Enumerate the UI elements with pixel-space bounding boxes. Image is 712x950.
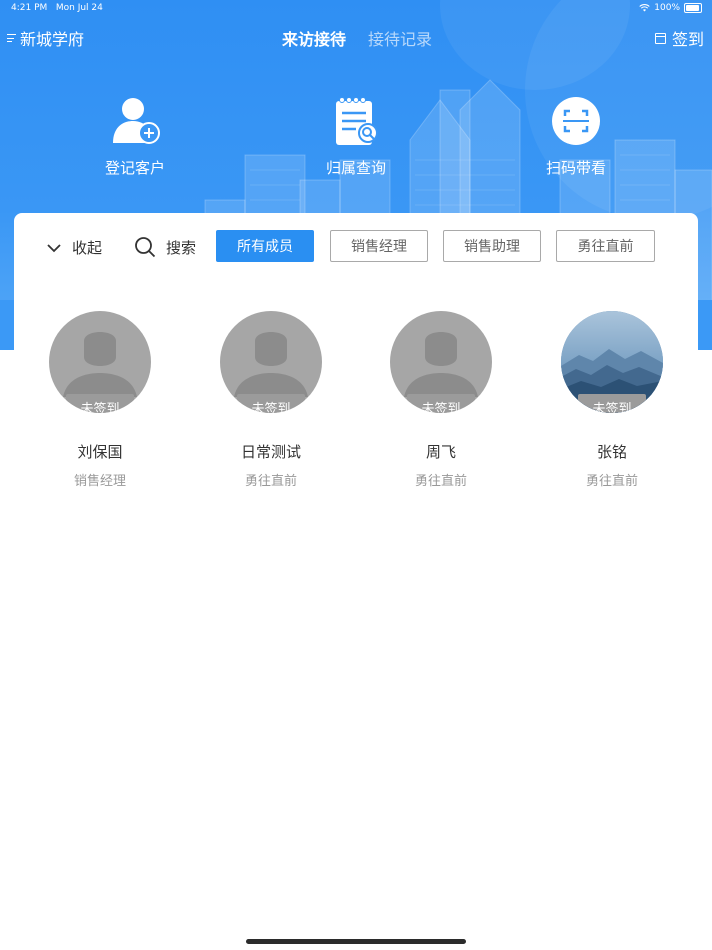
status-right: 100% [639, 3, 702, 13]
avatar: 未签到 [220, 311, 322, 413]
status-time-text: 4:21 PM [11, 3, 48, 13]
search-icon [135, 237, 156, 258]
member-role: 销售经理 [73, 474, 126, 489]
filter-chip-sales-assistant[interactable]: 销售助理 [443, 230, 541, 262]
chevron-down-icon [47, 243, 61, 252]
avatar: 未签到 [561, 311, 663, 413]
ownership-query-label: 归属查询 [325, 159, 386, 177]
menu-icon [7, 34, 16, 42]
tab-reception-records[interactable]: 接待记录 [368, 26, 432, 50]
scan-view-label: 扫码带看 [545, 159, 606, 177]
store-selector-button[interactable]: 新城学府 [7, 26, 84, 50]
sign-in-label: 签到 [671, 30, 704, 49]
add-customer-icon [113, 98, 160, 144]
register-customer-label: 登记客户 [104, 159, 165, 177]
member-name: 日常测试 [240, 443, 301, 461]
collapse-button[interactable]: 收起 [46, 237, 102, 258]
filter-bar: 收起 搜索 所有成员 销售经理 销售助理 勇往直前 [14, 230, 698, 266]
member-panel: 收起 搜索 所有成员 销售经理 销售助理 勇往直前 未签到 刘保国 销售经理 未… [14, 213, 698, 950]
filter-chip-brave-forward[interactable]: 勇往直前 [556, 230, 655, 262]
status-badge: 未签到 [237, 394, 305, 413]
sign-in-button[interactable]: 签到 [654, 26, 704, 50]
nav-tabs: 来访接待 接待记录 [282, 26, 432, 50]
register-customer-button[interactable]: 登记客户 [75, 95, 195, 178]
wifi-icon [639, 4, 650, 12]
member-name: 周飞 [425, 443, 456, 461]
member-role: 勇往直前 [585, 474, 638, 489]
search-button[interactable]: 搜索 [134, 236, 196, 258]
notepad-search-icon [336, 97, 378, 145]
status-badge: 未签到 [578, 394, 646, 413]
member-card[interactable]: 未签到 张铭 勇往直前 [557, 311, 667, 489]
store-name: 新城学府 [20, 30, 85, 49]
member-card[interactable]: 未签到 日常测试 勇往直前 [216, 311, 326, 489]
member-card[interactable]: 未签到 周飞 勇往直前 [386, 311, 496, 489]
avatar: 未签到 [49, 311, 151, 413]
status-bar: 4:21 PM Mon Jul 24 100% [0, 0, 712, 18]
status-date-text: Mon Jul 24 [55, 3, 103, 13]
member-name: 刘保国 [77, 443, 123, 461]
member-name: 张铭 [596, 443, 627, 461]
status-time: 4:21 PM Mon Jul 24 [11, 3, 103, 13]
battery-percent: 100% [654, 3, 680, 13]
battery-icon [684, 3, 702, 13]
search-label: 搜索 [166, 238, 197, 257]
avatar: 未签到 [390, 311, 492, 413]
member-role: 勇往直前 [244, 474, 297, 489]
filter-chip-sales-manager[interactable]: 销售经理 [330, 230, 428, 262]
ownership-query-button[interactable]: 归属查询 [296, 95, 416, 178]
scan-icon [552, 97, 600, 145]
nav-bar: 新城学府 来访接待 接待记录 签到 [0, 22, 712, 52]
home-indicator[interactable] [246, 939, 466, 944]
member-role: 勇往直前 [414, 474, 467, 489]
scan-view-button[interactable]: 扫码带看 [516, 95, 636, 178]
collapse-label: 收起 [72, 239, 103, 257]
tab-visit-reception[interactable]: 来访接待 [282, 26, 346, 50]
calendar-icon [654, 32, 666, 44]
status-badge: 未签到 [407, 394, 475, 413]
status-badge: 未签到 [66, 394, 134, 413]
filter-chip-all-members[interactable]: 所有成员 [216, 230, 314, 262]
member-card[interactable]: 未签到 刘保国 销售经理 [45, 311, 155, 489]
